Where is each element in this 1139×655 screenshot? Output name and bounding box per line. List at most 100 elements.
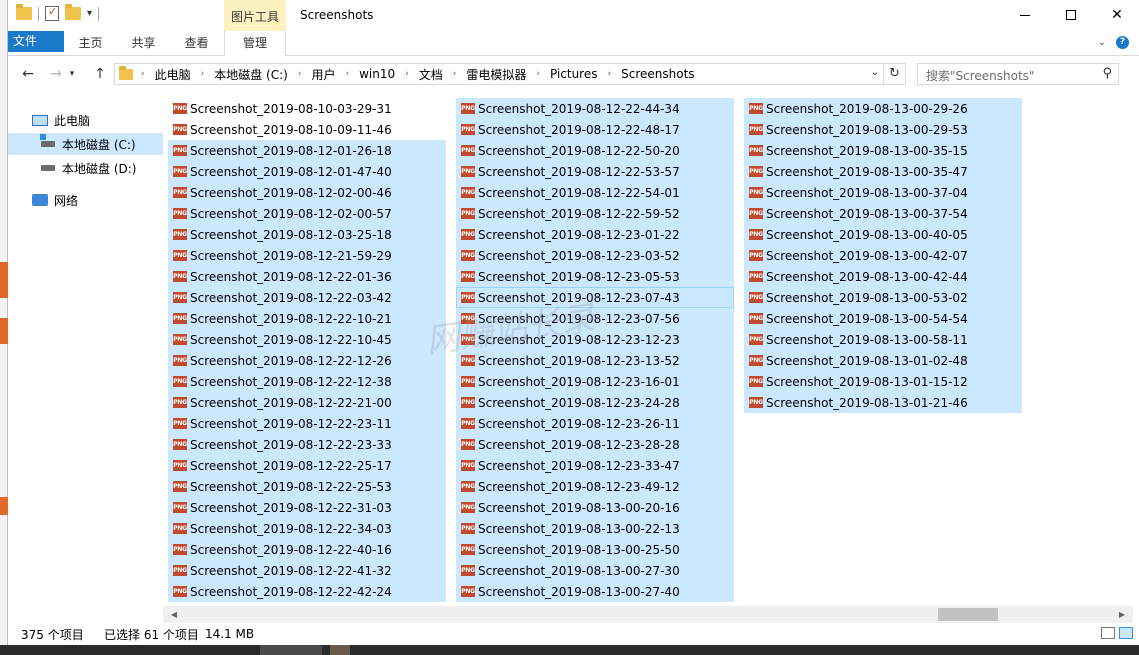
file-item[interactable]: PNG Screenshot_2019-08-12-21-59-29	[168, 245, 446, 266]
file-item[interactable]: PNG Screenshot_2019-08-13-00-54-54	[744, 308, 1022, 329]
breadcrumb-chevron-icon[interactable]: ›	[405, 69, 409, 79]
file-item[interactable]: PNG Screenshot_2019-08-13-00-42-44	[744, 266, 1022, 287]
properties-icon[interactable]	[45, 5, 59, 21]
breadcrumb-documents[interactable]: 文档	[419, 66, 443, 83]
file-item[interactable]: PNG Screenshot_2019-08-12-23-12-23	[456, 329, 734, 350]
scroll-left-arrow-icon[interactable]: ◀	[167, 608, 181, 621]
file-item[interactable]: PNG Screenshot_2019-08-13-00-58-11	[744, 329, 1022, 350]
up-button[interactable]: ↑	[90, 65, 110, 83]
file-item[interactable]: PNG Screenshot_2019-08-12-22-01-36	[168, 266, 446, 287]
breadcrumb-chevron-icon[interactable]: ›	[608, 69, 612, 79]
tab-home[interactable]: 主页	[64, 31, 117, 56]
file-item[interactable]: PNG Screenshot_2019-08-13-01-21-46	[744, 392, 1022, 413]
minimize-button[interactable]	[1002, 0, 1048, 31]
file-item[interactable]: PNG Screenshot_2019-08-12-22-23-11	[168, 413, 446, 434]
file-item[interactable]: PNG Screenshot_2019-08-12-22-12-38	[168, 371, 446, 392]
file-item[interactable]: PNG Screenshot_2019-08-12-02-00-46	[168, 182, 446, 203]
breadcrumb-users[interactable]: 用户	[311, 66, 335, 83]
file-item[interactable]: PNG Screenshot_2019-08-12-22-21-00	[168, 392, 446, 413]
tab-view[interactable]: 查看	[170, 31, 223, 56]
recent-locations-chevron-icon[interactable]: ▾	[66, 65, 78, 83]
file-item[interactable]: PNG Screenshot_2019-08-13-00-25-50	[456, 539, 734, 560]
breadcrumb-local-disk-c[interactable]: 本地磁盘 (C:)	[214, 66, 288, 83]
nav-item-local-disk-d[interactable]: 本地磁盘 (D:)	[8, 157, 163, 179]
file-item[interactable]: PNG Screenshot_2019-08-12-22-25-17	[168, 455, 446, 476]
file-item[interactable]: PNG Screenshot_2019-08-13-00-53-02	[744, 287, 1022, 308]
breadcrumb-screenshots[interactable]: Screenshots	[621, 67, 694, 81]
file-item[interactable]: PNG Screenshot_2019-08-12-22-12-26	[168, 350, 446, 371]
file-item[interactable]: PNG Screenshot_2019-08-13-01-02-48	[744, 350, 1022, 371]
file-item[interactable]: PNG Screenshot_2019-08-12-22-44-34	[456, 98, 734, 119]
file-item[interactable]: PNG Screenshot_2019-08-12-22-10-45	[168, 329, 446, 350]
nav-item-local-disk-c[interactable]: 本地磁盘 (C:)	[8, 133, 163, 155]
nav-item-this-pc[interactable]: 此电脑	[8, 109, 163, 131]
file-item[interactable]: PNG Screenshot_2019-08-13-00-37-04	[744, 182, 1022, 203]
details-view-icon[interactable]	[1101, 627, 1115, 639]
close-button[interactable]: ✕	[1094, 0, 1139, 31]
back-button[interactable]: ←	[18, 65, 38, 83]
scrollbar-thumb[interactable]	[938, 608, 998, 621]
forward-button[interactable]: →	[46, 65, 66, 83]
file-item[interactable]: PNG Screenshot_2019-08-13-00-29-53	[744, 119, 1022, 140]
help-icon[interactable]: ?	[1116, 36, 1129, 49]
breadcrumb-chevron-icon[interactable]: ›	[141, 69, 145, 79]
file-item[interactable]: PNG Screenshot_2019-08-12-22-50-20	[456, 140, 734, 161]
file-item[interactable]: PNG Screenshot_2019-08-12-01-47-40	[168, 161, 446, 182]
file-item[interactable]: PNG Screenshot_2019-08-12-23-16-01	[456, 371, 734, 392]
address-dropdown-chevron-icon[interactable]: ⌄	[871, 67, 879, 78]
tab-file[interactable]: 文件	[8, 31, 64, 52]
maximize-button[interactable]	[1048, 0, 1094, 31]
breadcrumb-chevron-icon[interactable]: ›	[298, 69, 302, 79]
breadcrumb-chevron-icon[interactable]: ›	[453, 69, 457, 79]
file-item[interactable]: PNG Screenshot_2019-08-12-23-03-52	[456, 245, 734, 266]
search-input[interactable]: 搜索"Screenshots" ⚲	[917, 63, 1119, 85]
file-item[interactable]: PNG Screenshot_2019-08-12-22-42-24	[168, 581, 446, 602]
breadcrumb-emulator[interactable]: 雷电模拟器	[466, 66, 526, 83]
file-item[interactable]: PNG Screenshot_2019-08-13-00-22-13	[456, 518, 734, 539]
file-item[interactable]: PNG Screenshot_2019-08-12-22-25-53	[168, 476, 446, 497]
file-item[interactable]: PNG Screenshot_2019-08-12-01-26-18	[168, 140, 446, 161]
file-item[interactable]: PNG Screenshot_2019-08-12-22-54-01	[456, 182, 734, 203]
file-item[interactable]: PNG Screenshot_2019-08-13-00-35-15	[744, 140, 1022, 161]
file-item[interactable]: PNG Screenshot_2019-08-13-00-27-30	[456, 560, 734, 581]
file-item[interactable]: PNG Screenshot_2019-08-13-00-29-26	[744, 98, 1022, 119]
file-item[interactable]: PNG Screenshot_2019-08-12-22-48-17	[456, 119, 734, 140]
taskbar-item[interactable]	[330, 645, 350, 655]
expand-ribbon-chevron-icon[interactable]: ⌄	[1098, 37, 1106, 48]
file-item[interactable]: PNG Screenshot_2019-08-12-22-34-03	[168, 518, 446, 539]
file-item[interactable]: PNG Screenshot_2019-08-12-23-05-53	[456, 266, 734, 287]
breadcrumb-chevron-icon[interactable]: ›	[201, 69, 205, 79]
file-item[interactable]: PNG Screenshot_2019-08-10-03-29-31	[168, 98, 446, 119]
file-item[interactable]: PNG Screenshot_2019-08-12-23-07-43	[456, 287, 734, 308]
file-item[interactable]: PNG Screenshot_2019-08-12-23-49-12	[456, 476, 734, 497]
file-item[interactable]: PNG Screenshot_2019-08-12-22-23-33	[168, 434, 446, 455]
file-item[interactable]: PNG Screenshot_2019-08-10-09-11-46	[168, 119, 446, 140]
breadcrumb-win10[interactable]: win10	[359, 67, 395, 81]
file-item[interactable]: PNG Screenshot_2019-08-13-00-42-07	[744, 245, 1022, 266]
tab-share[interactable]: 共享	[117, 31, 170, 56]
breadcrumb-chevron-icon[interactable]: ›	[345, 69, 349, 79]
address-bar[interactable]: › 此电脑 › 本地磁盘 (C:) › 用户 › win10 › 文档 › 雷电…	[114, 63, 884, 85]
file-item[interactable]: PNG Screenshot_2019-08-12-22-40-16	[168, 539, 446, 560]
file-item[interactable]: PNG Screenshot_2019-08-12-23-33-47	[456, 455, 734, 476]
file-item[interactable]: PNG Screenshot_2019-08-12-23-13-52	[456, 350, 734, 371]
file-item[interactable]: PNG Screenshot_2019-08-13-00-20-16	[456, 497, 734, 518]
file-item[interactable]: PNG Screenshot_2019-08-12-23-26-11	[456, 413, 734, 434]
file-item[interactable]: PNG Screenshot_2019-08-12-03-25-18	[168, 224, 446, 245]
horizontal-scrollbar[interactable]: ◀ ▶	[163, 606, 1133, 623]
new-folder-icon[interactable]	[65, 4, 81, 20]
file-item[interactable]: PNG Screenshot_2019-08-12-23-28-28	[456, 434, 734, 455]
scroll-right-arrow-icon[interactable]: ▶	[1115, 608, 1129, 621]
file-item[interactable]: PNG Screenshot_2019-08-12-22-03-42	[168, 287, 446, 308]
taskbar-item[interactable]	[260, 645, 322, 655]
file-item[interactable]: PNG Screenshot_2019-08-12-22-59-52	[456, 203, 734, 224]
nav-item-network[interactable]: 网络	[8, 189, 163, 211]
file-item[interactable]: PNG Screenshot_2019-08-13-00-27-40	[456, 581, 734, 602]
file-item[interactable]: PNG Screenshot_2019-08-12-22-10-21	[168, 308, 446, 329]
large-icons-view-icon[interactable]	[1119, 627, 1133, 639]
file-item[interactable]: PNG Screenshot_2019-08-13-00-35-47	[744, 161, 1022, 182]
file-item[interactable]: PNG Screenshot_2019-08-13-00-37-54	[744, 203, 1022, 224]
file-item[interactable]: PNG Screenshot_2019-08-12-22-31-03	[168, 497, 446, 518]
file-item[interactable]: PNG Screenshot_2019-08-12-22-41-32	[168, 560, 446, 581]
tab-manage[interactable]: 管理	[224, 31, 286, 56]
